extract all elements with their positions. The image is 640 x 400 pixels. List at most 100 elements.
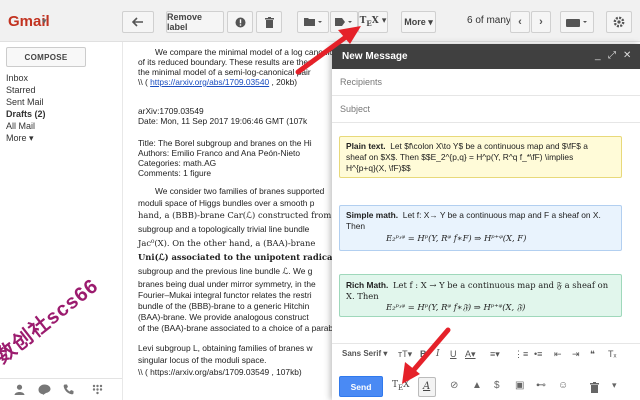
compose-button[interactable]: COMPOSE [6, 47, 86, 67]
rich-math-body: Let f : X → Y be a continuous map and 𝔉 … [393, 280, 609, 290]
labels-button[interactable] [330, 11, 358, 33]
report-spam-button[interactable] [227, 11, 253, 33]
pager-text: 6 of many [467, 15, 511, 26]
more-label: More [404, 17, 426, 27]
sidebar-item-drafts[interactable]: Drafts (2) [6, 109, 46, 119]
italic-icon[interactable]: I [436, 349, 440, 359]
person-icon[interactable] [14, 384, 25, 395]
font-name: Sans Serif [342, 349, 382, 358]
more-button[interactable]: More ▾ [401, 11, 436, 33]
remove-label-button[interactable]: Remove label [166, 11, 224, 33]
sidebar-item-more[interactable]: More ▾ [6, 133, 34, 144]
plain-text-line: Plain text. Let $f\colon X\to Y$ be a co… [346, 141, 588, 151]
align-icon[interactable]: ≡▾ [490, 349, 500, 360]
email-line: hand, a (BBB)-brane Car(ℒ) constructed f… [138, 210, 332, 220]
keyboard-icon [566, 18, 587, 27]
dialpad-icon[interactable] [92, 384, 103, 395]
simple-math-label: Simple math. [346, 210, 399, 220]
simple-math-body: Let f: X→ Y be a continuous map and F a … [402, 210, 601, 220]
text-size-icon[interactable]: ᴛT▾ [398, 349, 412, 360]
bold-icon[interactable]: B [420, 349, 427, 359]
more-options-icon[interactable]: ▾ [612, 380, 617, 391]
quote-icon[interactable]: ❝ [590, 349, 595, 360]
rich-math-equation: E₂ᵖ˒ᵠ = Hᵖ(Y, Rᵠ f∗𝔉) ⇒ Hᵖ⁺ᵠ(X, 𝔉) [386, 302, 526, 312]
prev-page-button[interactable]: ‹ [510, 11, 530, 33]
simple-math-equation: E₂ᵖ˒ᵠ = Hᵖ(Y, Rᵠ f∗F) ⇒ Hᵖ⁺ᵠ(X, F) [386, 233, 527, 243]
input-tools-button[interactable] [560, 11, 594, 33]
settings-button[interactable] [606, 11, 632, 33]
formatting-icon: A [423, 381, 431, 392]
subject-field[interactable]: Subject [340, 104, 370, 114]
email-line: Fourier–Mukai integral functor relates t… [138, 290, 312, 300]
email-line: of the (BAA)-brane associated to a choic… [138, 323, 334, 333]
delete-button[interactable] [256, 11, 282, 33]
email-line: We consider two families of branes suppo… [155, 186, 325, 196]
font-selector[interactable]: Sans Serif ▾ [342, 349, 387, 358]
email-line: \\ ( https://arxiv.org/abs/1709.03549 , … [138, 367, 302, 377]
email-line: Levi subgroup L, obtaining families of b… [138, 343, 313, 353]
email-line: the minimal model of a semi-log-canonica… [138, 67, 311, 77]
move-to-button[interactable] [297, 11, 329, 33]
tex-icon: TEX ▾ [359, 16, 387, 28]
email-line: subgroup and the previous line bundle ℒ.… [138, 266, 313, 276]
dollar-icon[interactable]: $ [494, 380, 500, 391]
rich-math-line: X. Then [346, 291, 379, 301]
arxiv-link[interactable]: https://arxiv.org/abs/1709.03540 [150, 77, 269, 87]
hangouts-icon[interactable] [38, 384, 51, 395]
email-line: Comments: 1 figure [138, 168, 212, 178]
numbered-list-icon[interactable]: ⋮≡ [514, 349, 528, 360]
bulleted-list-icon[interactable]: •≡ [534, 349, 542, 359]
tex-compose-icon[interactable]: TEX [392, 380, 410, 392]
plain-text-label: Plain text. [346, 141, 386, 151]
email-line: We compare the minimal model of a log ca… [155, 47, 357, 57]
send-button[interactable]: Send [339, 376, 383, 397]
trash-icon [590, 382, 599, 393]
minimize-icon[interactable]: _ [595, 50, 601, 61]
expand-icon[interactable]: ⤢ [608, 50, 616, 61]
underline-icon[interactable]: U [450, 349, 457, 359]
email-line: moduli space of Higgs bundles over a smo… [138, 198, 315, 208]
compose-title: New Message [342, 51, 408, 62]
rich-math-line: Rich Math. Let f : X → Y be a continuous… [346, 280, 608, 291]
sidebar-item-starred[interactable]: Starred [6, 85, 36, 95]
sidebar-item-inbox[interactable]: Inbox [6, 73, 28, 83]
email-line: singular locus of the moduli space. [138, 355, 267, 365]
tex-render-button[interactable]: TEX ▾ [358, 11, 388, 33]
back-button[interactable] [122, 11, 154, 33]
remove-format-icon[interactable]: Tₓ [608, 349, 616, 359]
email-line: subgroup and a topologically trivial lin… [138, 224, 310, 234]
tag-icon [335, 18, 352, 26]
email-line: (BAA)-brane. We provide analogous constr… [138, 312, 309, 322]
email-line: Uni(ℒ) associated to the unipotent radic… [138, 252, 355, 262]
email-line: Title: The Borel subgroup and branes on … [138, 138, 312, 148]
chevron-down-icon: ▾ [425, 16, 433, 27]
email-line: Authors: Emilio Franco and Ana Peón-Niet… [138, 148, 301, 158]
divider [332, 122, 640, 123]
trash-icon [264, 16, 274, 28]
email-line: Jac⁰(X). On the other hand, a (BAA)-bran… [138, 238, 316, 248]
chevron-down-icon[interactable]: ▾ [42, 16, 47, 27]
phone-icon[interactable] [63, 384, 74, 395]
attach-icon[interactable]: ⊘ [450, 380, 458, 391]
close-icon[interactable]: ✕ [623, 50, 631, 61]
folder-icon [304, 18, 322, 26]
rich-math-label: Rich Math. [346, 280, 389, 290]
email-line: of its reduced boundary. These results a… [138, 57, 313, 67]
text-color-icon[interactable]: A▾ [465, 349, 476, 360]
simple-math-line: Then [346, 221, 366, 231]
discard-draft-icon[interactable] [590, 380, 599, 398]
email-line: branes being dual under mirror symmetry,… [138, 279, 316, 289]
back-arrow-icon [132, 17, 143, 27]
indent-less-icon[interactable]: ⇤ [554, 349, 562, 360]
indent-more-icon[interactable]: ⇥ [572, 349, 580, 360]
recipients-field[interactable]: Recipients [340, 77, 382, 87]
photo-icon[interactable]: ▣ [515, 380, 524, 391]
sidebar-item-sent[interactable]: Sent Mail [6, 97, 44, 107]
next-page-button[interactable]: › [531, 11, 551, 33]
emoji-icon[interactable]: ☺ [558, 380, 568, 391]
drive-icon[interactable]: ▲ [472, 380, 482, 391]
sidebar-item-all-mail[interactable]: All Mail [6, 121, 35, 131]
email-line: Date: Mon, 11 Sep 2017 19:06:46 GMT (107… [138, 116, 308, 126]
link-icon[interactable]: ⊷ [536, 380, 546, 391]
email-line: arXiv:1709.03549 [138, 106, 204, 116]
